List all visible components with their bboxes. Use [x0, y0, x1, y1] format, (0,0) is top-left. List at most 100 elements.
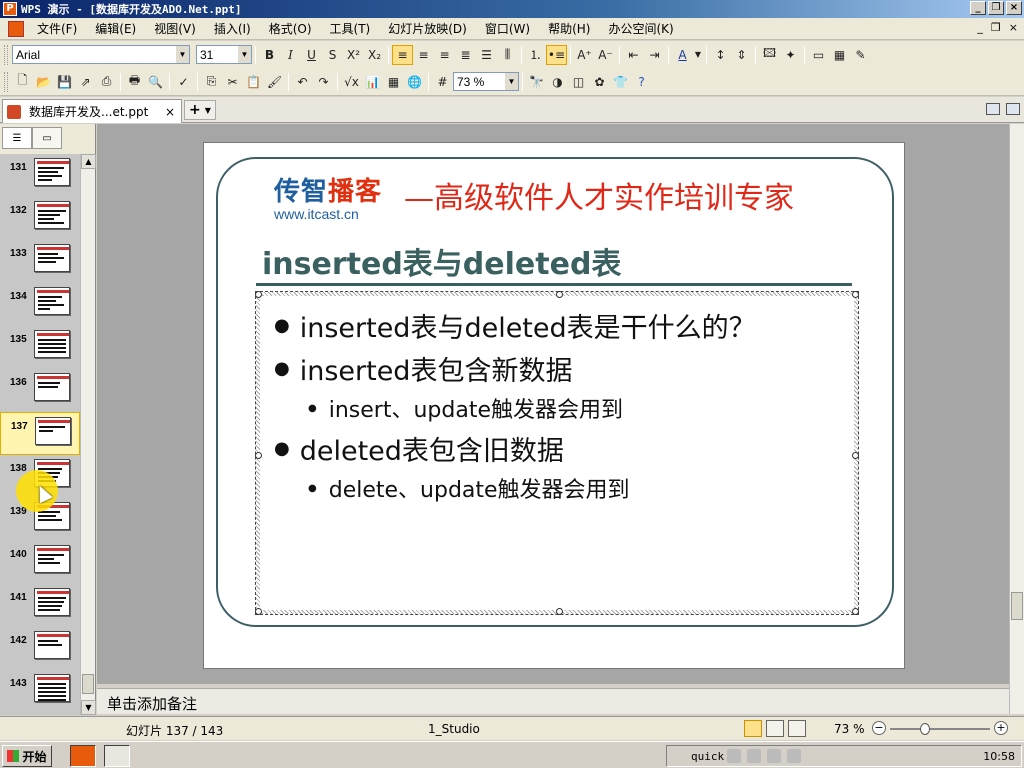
- print-preview-icon[interactable]: 🔍: [145, 72, 166, 92]
- zoom-out-icon[interactable]: −: [872, 721, 886, 735]
- slide-thumbnail[interactable]: 141: [0, 584, 80, 627]
- slides-tab[interactable]: ▭: [32, 127, 62, 149]
- increase-font-icon[interactable]: A⁺: [574, 45, 595, 65]
- superscript-button[interactable]: X²: [343, 45, 364, 65]
- slide-thumbnail[interactable]: 132: [0, 197, 80, 240]
- zoom-in-icon[interactable]: +: [994, 721, 1008, 735]
- save-icon[interactable]: 💾: [54, 72, 75, 92]
- scrollbar-thumb[interactable]: [1011, 592, 1023, 620]
- bullet-item[interactable]: ● deleted表包含旧数据: [274, 429, 564, 468]
- zoom-select[interactable]: 73 % ▼: [453, 72, 519, 91]
- chevron-down-icon[interactable]: ▼: [176, 46, 189, 63]
- slide-thumbnail[interactable]: 143: [0, 670, 80, 713]
- slide-thumbnail[interactable]: 142: [0, 627, 80, 670]
- menu-window[interactable]: 窗口(W): [476, 20, 539, 37]
- keyboard-icon[interactable]: [747, 749, 762, 763]
- bullet-item[interactable]: ● inserted表包含新数据: [274, 349, 572, 388]
- color-palette-icon[interactable]: ◑: [547, 72, 568, 92]
- doc-minimize-button[interactable]: _: [977, 21, 983, 34]
- slideshow-button[interactable]: [788, 720, 806, 737]
- slide-title[interactable]: inserted表与deleted表: [262, 239, 621, 283]
- table-icon[interactable]: ▦: [383, 72, 404, 92]
- slide-thumbnail[interactable]: 131: [0, 154, 80, 197]
- open-folder-icon[interactable]: 📂: [33, 72, 54, 92]
- paragraph-spacing-icon[interactable]: ⇕: [731, 45, 752, 65]
- scrollbar-thumb[interactable]: [82, 674, 94, 694]
- online-template-icon[interactable]: ◫: [568, 72, 589, 92]
- menu-slideshow[interactable]: 幻灯片放映(D): [379, 20, 476, 37]
- minimize-button[interactable]: _: [970, 1, 986, 15]
- slide-thumbnail[interactable]: 133: [0, 240, 80, 283]
- scroll-up-icon[interactable]: ▲: [81, 154, 96, 169]
- find-icon[interactable]: 🔭: [526, 72, 547, 92]
- copy-icon[interactable]: ⎘: [201, 72, 222, 92]
- restore-button[interactable]: ❐: [988, 1, 1004, 15]
- slide-sorter-button[interactable]: [766, 720, 784, 737]
- insert-shape-icon[interactable]: ✦: [780, 45, 801, 65]
- ime-indicator[interactable]: quick: [691, 750, 724, 763]
- numbering-button[interactable]: ⒈: [525, 45, 546, 65]
- resize-handle[interactable]: [255, 452, 262, 459]
- close-tab-icon[interactable]: ×: [165, 105, 175, 119]
- resize-handle[interactable]: [852, 291, 859, 298]
- pdf-icon[interactable]: ⎙: [96, 72, 117, 92]
- scroll-down-icon[interactable]: ▼: [81, 700, 96, 715]
- font-size-select[interactable]: 31 ▼: [196, 45, 252, 64]
- document-tab[interactable]: 数据库开发及...et.ppt ×: [2, 99, 182, 123]
- menu-tools[interactable]: 工具(T): [321, 20, 380, 37]
- print-icon[interactable]: 🖶: [124, 72, 145, 92]
- slide-thumbnail[interactable]: 137: [0, 412, 80, 455]
- decrease-indent-icon[interactable]: ⇤: [623, 45, 644, 65]
- grid-icon[interactable]: #: [432, 72, 453, 92]
- sub-bullet-item[interactable]: ● delete、update触发器会用到: [308, 472, 630, 504]
- font-color-icon[interactable]: A: [672, 45, 693, 65]
- panel-toggle-icon[interactable]: [986, 103, 1000, 115]
- resize-handle[interactable]: [255, 291, 262, 298]
- hyperlink-icon[interactable]: 🌐: [404, 72, 425, 92]
- slide-thumbnail[interactable]: 134: [0, 283, 80, 326]
- align-right-button[interactable]: ≡: [434, 45, 455, 65]
- slide-canvas[interactable]: 传智播客 www.itcast.cn —高级软件人才实作培训专家 inserte…: [203, 142, 905, 669]
- material-library-icon[interactable]: ✿: [589, 72, 610, 92]
- resize-handle[interactable]: [852, 452, 859, 459]
- zoom-slider[interactable]: − +: [872, 721, 1008, 737]
- justify-button[interactable]: ≣: [455, 45, 476, 65]
- menu-edit[interactable]: 编辑(E): [86, 20, 145, 37]
- shirt-theme-icon[interactable]: 👕: [610, 72, 631, 92]
- new-tab-button[interactable]: + ▼: [184, 100, 216, 120]
- text-box-body[interactable]: ● inserted表与deleted表是干什么的？ ● inserted表包含新数…: [260, 296, 854, 610]
- zoom-knob[interactable]: [920, 723, 930, 735]
- volume-icon[interactable]: [787, 749, 802, 763]
- network-icon[interactable]: [767, 749, 782, 763]
- italic-button[interactable]: I: [280, 45, 301, 65]
- subscript-button[interactable]: X₂: [364, 45, 385, 65]
- slide-layout-icon[interactable]: ▭: [808, 45, 829, 65]
- resize-handle[interactable]: [556, 608, 563, 615]
- toolbar-grip[interactable]: [4, 44, 8, 65]
- shadow-button[interactable]: S: [322, 45, 343, 65]
- undo-icon[interactable]: ↶: [292, 72, 313, 92]
- slide-thumbnail[interactable]: 140: [0, 541, 80, 584]
- menu-insert[interactable]: 插入(I): [205, 20, 260, 37]
- format-painter-icon[interactable]: ✎: [850, 45, 871, 65]
- chart-icon[interactable]: 📊: [362, 72, 383, 92]
- slide-thumbnail[interactable]: 135: [0, 326, 80, 369]
- text-direction-button[interactable]: ⫼: [497, 45, 518, 65]
- normal-view-button[interactable]: [744, 720, 762, 737]
- thumbnail-scrollbar[interactable]: ▲ ▼: [80, 154, 96, 715]
- distribute-button[interactable]: ☰: [476, 45, 497, 65]
- chevron-down-icon[interactable]: ▼: [505, 73, 518, 90]
- align-left-button[interactable]: ≡: [392, 44, 413, 65]
- underline-button[interactable]: U: [301, 45, 322, 65]
- wps-task-icon[interactable]: [70, 745, 96, 767]
- outline-tab[interactable]: ☰: [2, 127, 32, 149]
- slide-thumbnail[interactable]: 136: [0, 369, 80, 412]
- bold-button[interactable]: B: [259, 45, 280, 65]
- spellcheck-icon[interactable]: ✓: [173, 72, 194, 92]
- menu-format[interactable]: 格式(O): [260, 20, 321, 37]
- menu-file[interactable]: 文件(F): [28, 20, 86, 37]
- resize-handle[interactable]: [255, 608, 262, 615]
- insert-image-icon[interactable]: 🖾: [759, 45, 780, 65]
- sub-bullet-item[interactable]: ● insert、update触发器会用到: [308, 392, 623, 424]
- bullets-button[interactable]: •≡: [546, 44, 567, 65]
